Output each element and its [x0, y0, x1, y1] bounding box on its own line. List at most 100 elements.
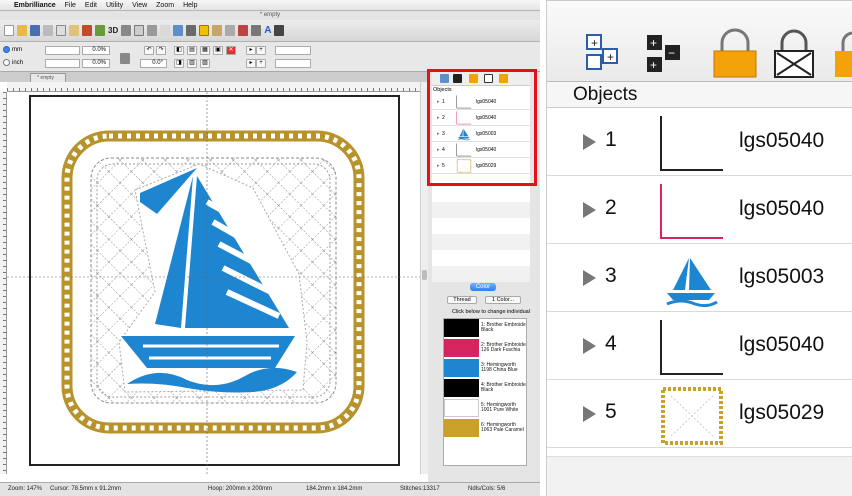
object-row[interactable]: 2 lgs05040: [547, 176, 852, 244]
object-row[interactable]: 1 lgs05040: [547, 108, 852, 176]
width-field[interactable]: [45, 46, 80, 55]
svg-text:+: +: [591, 36, 598, 50]
copy-icon[interactable]: [56, 25, 66, 36]
scroll-thumb[interactable]: [422, 270, 427, 280]
menu-file[interactable]: File: [65, 2, 76, 9]
menu-view[interactable]: View: [132, 2, 147, 9]
objects-empty-area: [547, 456, 852, 496]
height-field[interactable]: [45, 59, 80, 68]
thread-swatch[interactable]: [444, 419, 479, 437]
height-percent-field[interactable]: 0.0%: [82, 59, 110, 68]
lock-icon[interactable]: [199, 25, 210, 36]
group-icon: + − +: [647, 35, 680, 72]
paste-icon[interactable]: [69, 25, 79, 36]
status-size: 184.2mm x 184.2mm: [306, 486, 363, 492]
object-row[interactable]: 5 lgs05029: [547, 380, 852, 448]
document-tab-strip: * empty: [0, 72, 430, 82]
mirror-button[interactable]: ◧: [174, 46, 184, 55]
scissors-icon[interactable]: [251, 25, 262, 36]
unit-mm-label: mm: [12, 46, 22, 53]
flip-button[interactable]: ◨: [174, 59, 184, 68]
zoom-icon[interactable]: [134, 25, 145, 36]
radio-dot: [3, 59, 10, 66]
new-file-icon[interactable]: [4, 25, 14, 36]
disclosure-triangle-icon[interactable]: [583, 270, 596, 286]
status-hoop: Hoop: 200mm x 200mm: [208, 486, 273, 492]
lock-partial-icon: [835, 31, 852, 77]
thread-swatch[interactable]: [444, 379, 479, 397]
thread-swatch[interactable]: [444, 339, 479, 357]
unit-inch-label: inch: [12, 59, 24, 66]
object-thumbnail: [659, 386, 725, 446]
object-row[interactable]: 3 lgs05003: [547, 244, 852, 312]
rotate-right-button[interactable]: ↷: [156, 46, 166, 55]
thread-button[interactable]: Thread: [447, 296, 477, 304]
unit-mm-radio[interactable]: mm: [3, 46, 22, 53]
object-number: 4: [605, 332, 617, 355]
thread-label: 1: Brother Embroidery Black: [481, 321, 526, 333]
nudge-minus-button[interactable]: +: [256, 59, 266, 68]
align-icon[interactable]: [160, 25, 171, 36]
align-left-button[interactable]: ▤: [187, 46, 197, 55]
thread-swatch[interactable]: [444, 319, 479, 337]
grid-icon[interactable]: [225, 25, 236, 36]
thread-color-item[interactable]: 1: Brother Embroidery Black: [444, 319, 526, 337]
open-folder-icon[interactable]: [17, 25, 27, 36]
menu-edit[interactable]: Edit: [85, 2, 97, 9]
disclosure-triangle-icon[interactable]: [583, 134, 596, 150]
object-number: 3: [605, 264, 617, 287]
thread-color-item[interactable]: 4: Brother Embroidery Black: [444, 379, 526, 397]
menu-app-name[interactable]: Embrilliance: [14, 2, 56, 9]
color-tab[interactable]: Color: [470, 283, 496, 291]
wand-icon[interactable]: [274, 25, 285, 36]
y-position-field[interactable]: [275, 59, 311, 68]
flip-horizontal-icon[interactable]: [82, 25, 92, 36]
object-thumbnail: [659, 318, 725, 378]
flip-vertical-icon[interactable]: [95, 25, 105, 36]
object-number: 5: [605, 400, 617, 423]
one-color-button[interactable]: 1 Color...: [485, 296, 521, 304]
nudge-up-button[interactable]: ▸: [246, 46, 256, 55]
thread-color-item[interactable]: 3: Hemingworth 1198 China Blue: [444, 359, 526, 377]
svg-text:+: +: [650, 58, 657, 72]
nudge-left-button[interactable]: ▸: [246, 59, 256, 68]
document-tab[interactable]: * empty: [30, 73, 66, 82]
hide-icon[interactable]: [121, 25, 132, 36]
delete-button[interactable]: ✕: [226, 46, 236, 55]
align-bottom-button[interactable]: ▧: [200, 59, 210, 68]
status-cursor: Cursor: 78.5mm x 91.2mm: [50, 486, 122, 492]
thread-color-item[interactable]: 6: Hemingworth 1063 Pale Caramel: [444, 419, 526, 437]
menu-help[interactable]: Help: [183, 2, 197, 9]
select-icon[interactable]: [173, 25, 184, 36]
unit-inch-radio[interactable]: inch: [3, 59, 23, 66]
menu-utility[interactable]: Utility: [106, 2, 123, 9]
disclosure-triangle-icon[interactable]: [583, 202, 596, 218]
measure-icon[interactable]: [147, 25, 158, 36]
angle-field[interactable]: 0.0°: [140, 59, 167, 68]
3d-view-button[interactable]: 3D: [108, 26, 118, 35]
disclosure-triangle-icon[interactable]: [583, 338, 596, 354]
print-icon[interactable]: [43, 25, 53, 36]
object-row[interactable]: 4 lgs05040: [547, 312, 852, 380]
thread-swatch[interactable]: [444, 399, 479, 417]
object-name: lgs05003: [739, 265, 825, 288]
proportional-lock-icon[interactable]: [120, 53, 130, 64]
hoop-icon[interactable]: [212, 25, 223, 36]
thread-icon[interactable]: [238, 25, 249, 36]
group-button[interactable]: ▣: [213, 46, 223, 55]
nudge-plus-button[interactable]: +: [256, 46, 266, 55]
rotate-left-button[interactable]: ↶: [144, 46, 154, 55]
text-tool-button[interactable]: A: [264, 25, 271, 36]
align-center-button[interactable]: ▥: [187, 59, 197, 68]
design-canvas[interactable]: [7, 92, 420, 474]
width-percent-field[interactable]: 0.0%: [82, 46, 110, 55]
thread-color-item[interactable]: 2: Brother Embroidery 126 Dark Fuschia: [444, 339, 526, 357]
thread-swatch[interactable]: [444, 359, 479, 377]
save-icon[interactable]: [30, 25, 40, 36]
pointer-icon[interactable]: [186, 25, 197, 36]
thread-color-item[interactable]: 5: Hemingworth 1001 Pure White: [444, 399, 526, 417]
disclosure-triangle-icon[interactable]: [583, 406, 596, 422]
x-position-field[interactable]: [275, 46, 311, 55]
menu-zoom[interactable]: Zoom: [156, 2, 174, 9]
align-top-button[interactable]: ▦: [200, 46, 210, 55]
